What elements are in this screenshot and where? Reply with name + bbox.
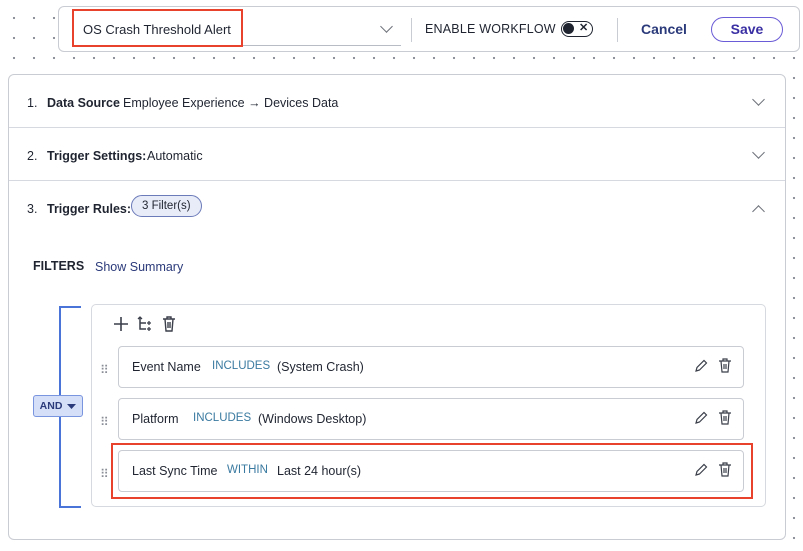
- filter-rule[interactable]: Event Name INCLUDES (System Crash): [118, 346, 744, 388]
- section-label: Trigger Settings:: [47, 149, 147, 163]
- caret-down-icon: [67, 403, 77, 409]
- rule-operator: INCLUDES: [193, 412, 252, 424]
- save-button[interactable]: Save: [711, 17, 783, 42]
- pencil-icon[interactable]: [693, 410, 709, 426]
- add-subgroup-icon[interactable]: [136, 315, 154, 333]
- section-value: Automatic: [147, 149, 203, 163]
- last-sync-rule-highlight: [111, 443, 753, 499]
- rule-field: Platform: [132, 412, 179, 426]
- chevron-down-icon[interactable]: [752, 146, 765, 159]
- filters-heading: FILTERS: [33, 259, 85, 273]
- rule-value: (Windows Desktop): [258, 412, 367, 426]
- chevron-down-icon[interactable]: [380, 20, 393, 33]
- trash-icon[interactable]: [160, 315, 178, 333]
- logic-operator-label: AND: [39, 400, 63, 412]
- section-trigger-settings[interactable]: 2. Trigger Settings: Automatic: [9, 128, 785, 181]
- section-number: 1.: [27, 96, 38, 110]
- rule-operator: INCLUDES: [212, 360, 271, 372]
- divider: [411, 18, 412, 42]
- section-label: Data Source: [47, 96, 120, 110]
- logic-operator-dropdown[interactable]: AND: [33, 395, 83, 417]
- chevron-up-icon[interactable]: [752, 205, 765, 218]
- filter-count-badge: 3 Filter(s): [131, 195, 202, 217]
- trash-icon[interactable]: [717, 357, 733, 373]
- pencil-icon[interactable]: [693, 358, 709, 374]
- section-label: Trigger Rules:: [47, 202, 132, 216]
- section-value: Employee Experience → Devices Data: [123, 96, 339, 110]
- chevron-down-icon[interactable]: [752, 93, 765, 106]
- divider: [617, 18, 618, 42]
- rule-field: Event Name: [132, 360, 201, 374]
- drag-handle-icon[interactable]: ⠿: [100, 363, 109, 377]
- section-number: 2.: [27, 149, 38, 163]
- close-icon: ✕: [579, 22, 589, 34]
- rule-value: (System Crash): [277, 360, 364, 374]
- add-icon[interactable]: [112, 315, 130, 333]
- enable-workflow-label: ENABLE WORKFLOW: [425, 22, 556, 36]
- toggle-knob: [563, 23, 574, 34]
- drag-handle-icon[interactable]: ⠿: [100, 415, 109, 429]
- section-trigger-rules[interactable]: 3. Trigger Rules: 3 Filter(s): [9, 181, 785, 234]
- section-data-source[interactable]: 1. Data Source Employee Experience → Dev…: [9, 75, 785, 128]
- trash-icon[interactable]: [717, 409, 733, 425]
- filter-rule[interactable]: Platform INCLUDES (Windows Desktop): [118, 398, 744, 440]
- show-summary-link[interactable]: Show Summary: [95, 260, 183, 274]
- drag-handle-icon[interactable]: ⠿: [100, 467, 109, 481]
- alert-name-highlight: [72, 9, 243, 47]
- enable-workflow-toggle[interactable]: ✕: [561, 21, 593, 37]
- cancel-button[interactable]: Cancel: [641, 21, 687, 37]
- section-number: 3.: [27, 202, 38, 216]
